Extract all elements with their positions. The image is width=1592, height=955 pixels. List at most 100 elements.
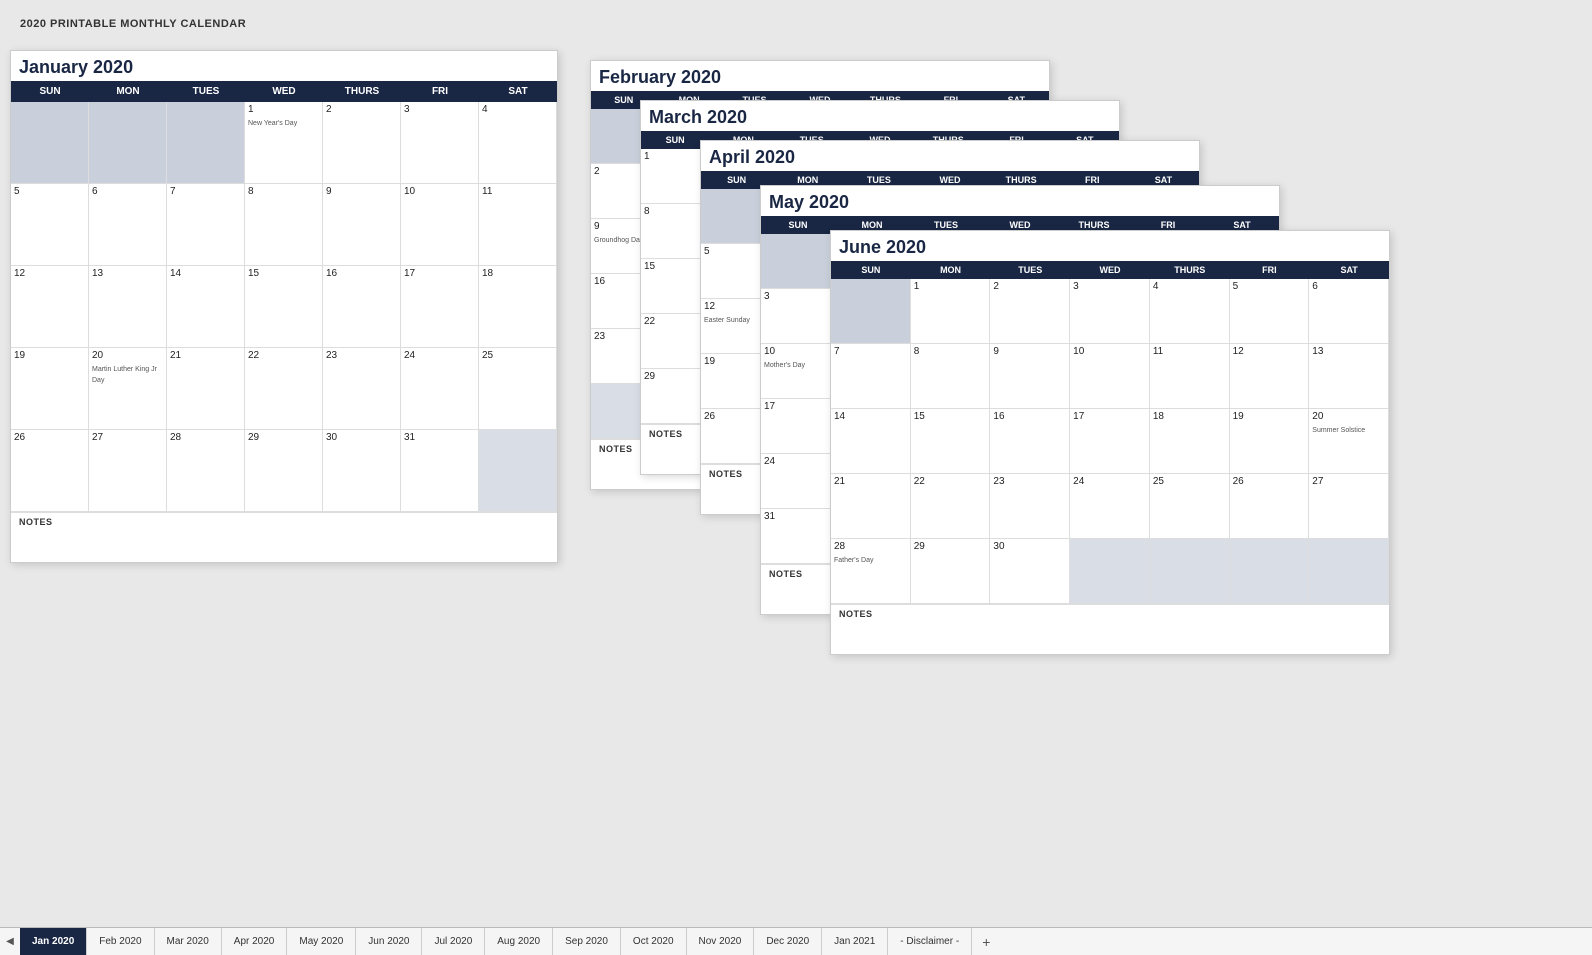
table-row: 6 [1309, 279, 1389, 344]
table-row: 24 [1070, 474, 1150, 539]
hdr-sat: SAT [479, 81, 557, 102]
table-row: 14 [167, 266, 245, 348]
tab-sep-2020[interactable]: Sep 2020 [553, 928, 621, 955]
tab-disclaimer[interactable]: - Disclaimer - [888, 928, 972, 955]
hdr-fri: FRI [401, 81, 479, 102]
tab-mar-2020[interactable]: Mar 2020 [155, 928, 222, 955]
tab-jan-2020[interactable]: Jan 2020 [20, 928, 87, 955]
january-title: January 2020 [11, 51, 557, 81]
february-title: February 2020 [591, 61, 1049, 91]
tab-may-2020[interactable]: May 2020 [287, 928, 356, 955]
table-row: 28 [167, 430, 245, 512]
june-grid: 1 2 3 4 5 6 7 8 9 10 11 12 13 14 15 16 1… [831, 279, 1389, 604]
table-row: 15 [245, 266, 323, 348]
table-row: 2 [990, 279, 1070, 344]
table-row: 13 [1309, 344, 1389, 409]
tab-jul-2020[interactable]: Jul 2020 [422, 928, 485, 955]
table-row: 7 [831, 344, 911, 409]
tab-apr-2020[interactable]: Apr 2020 [222, 928, 288, 955]
table-row: 31 [401, 430, 479, 512]
hdr-tue: TUES [167, 81, 245, 102]
page-title: 2020 PRINTABLE MONTHLY CALENDAR [20, 18, 1572, 30]
table-row: 12 [11, 266, 89, 348]
hdr-wed: WED [245, 81, 323, 102]
table-row: 25 [1150, 474, 1230, 539]
tab-jan-2021[interactable]: Jan 2021 [822, 928, 888, 955]
june-notes: NOTES [831, 604, 1389, 654]
hdr-mon: MON [89, 81, 167, 102]
tab-dec-2020[interactable]: Dec 2020 [754, 928, 822, 955]
table-row: 3 [401, 102, 479, 184]
table-row: 7 [167, 184, 245, 266]
january-grid: 1New Year's Day 2 3 4 5 6 7 8 9 10 11 12… [11, 102, 557, 512]
table-row: 15 [911, 409, 991, 474]
table-row: 19 [1230, 409, 1310, 474]
table-row [479, 430, 557, 512]
tab-scroll-left[interactable]: ◀ [0, 928, 20, 955]
calendar-june: June 2020 SUN MON TUES WED THURS FRI SAT… [830, 230, 1390, 655]
table-row: 19 [11, 348, 89, 430]
table-row: 29 [911, 539, 991, 604]
table-row: 11 [1150, 344, 1230, 409]
table-row: 21 [167, 348, 245, 430]
table-row [167, 102, 245, 184]
table-row: 11 [479, 184, 557, 266]
january-notes: NOTES [11, 512, 557, 562]
table-row: 28Father's Day [831, 539, 911, 604]
table-row: 2 [323, 102, 401, 184]
table-row: 14 [831, 409, 911, 474]
table-row: 9 [990, 344, 1070, 409]
table-row [1309, 539, 1389, 604]
april-title: April 2020 [701, 141, 1199, 171]
table-row: 17 [401, 266, 479, 348]
tab-nov-2020[interactable]: Nov 2020 [687, 928, 755, 955]
table-row: 9 [323, 184, 401, 266]
table-row: 31 [761, 509, 835, 564]
table-row: 23 [990, 474, 1070, 539]
hdr-sun: SUN [11, 81, 89, 102]
june-title: June 2020 [831, 231, 1389, 261]
table-row: 1 [911, 279, 991, 344]
table-row: 6 [89, 184, 167, 266]
table-row: 26 [1230, 474, 1310, 539]
table-row: 12 [1230, 344, 1310, 409]
tab-bar: ◀ Jan 2020 Feb 2020 Mar 2020 Apr 2020 Ma… [0, 927, 1592, 955]
table-row: 26 [11, 430, 89, 512]
march-title: March 2020 [641, 101, 1119, 131]
table-row: 29 [245, 430, 323, 512]
table-row: 16 [323, 266, 401, 348]
table-row [89, 102, 167, 184]
table-row [761, 234, 835, 289]
table-row: 27 [89, 430, 167, 512]
table-row: 3 [761, 289, 835, 344]
table-row: 18 [479, 266, 557, 348]
table-row: 30 [990, 539, 1070, 604]
table-row: 17 [1070, 409, 1150, 474]
table-row: 17 [761, 399, 835, 454]
tab-aug-2020[interactable]: Aug 2020 [485, 928, 553, 955]
calendar-january: January 2020 SUN MON TUES WED THURS FRI … [10, 50, 558, 563]
table-row: 10 [401, 184, 479, 266]
table-row: 30 [323, 430, 401, 512]
table-row: 8 [245, 184, 323, 266]
table-row: 13 [89, 266, 167, 348]
table-row [1070, 539, 1150, 604]
tab-add-button[interactable]: + [972, 928, 1000, 955]
table-row: 27 [1309, 474, 1389, 539]
tab-jun-2020[interactable]: Jun 2020 [356, 928, 422, 955]
table-row [831, 279, 911, 344]
june-header: SUN MON TUES WED THURS FRI SAT [831, 261, 1389, 279]
table-row: 8 [911, 344, 991, 409]
table-row [1150, 539, 1230, 604]
table-row: 21 [831, 474, 911, 539]
table-row: 4 [1150, 279, 1230, 344]
table-row [1230, 539, 1310, 604]
tab-oct-2020[interactable]: Oct 2020 [621, 928, 687, 955]
tab-feb-2020[interactable]: Feb 2020 [87, 928, 154, 955]
table-row: 3 [1070, 279, 1150, 344]
table-row: 5 [11, 184, 89, 266]
table-row [11, 102, 89, 184]
table-row: 25 [479, 348, 557, 430]
table-row: 24 [761, 454, 835, 509]
table-row: 20Martin Luther King Jr Day [89, 348, 167, 430]
